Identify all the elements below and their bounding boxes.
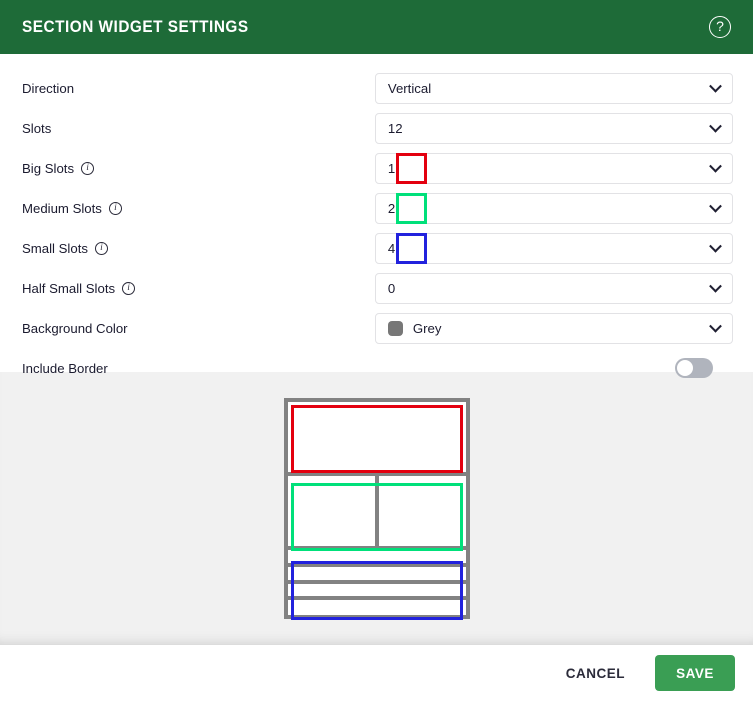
direction-value: Vertical (387, 80, 432, 96)
settings-form: Direction Vertical Slots 12 Big Slots i … (0, 54, 753, 378)
chevron-down-icon (709, 319, 722, 333)
field-row-background-color: Background Color Grey (22, 308, 733, 348)
layout-preview-grid (283, 398, 470, 620)
label-half-small-slots: Half Small Slots i (22, 281, 375, 296)
chevron-down-icon (709, 239, 722, 253)
preview-medium-slot-row (287, 476, 466, 550)
background-color-value-wrap: Grey (387, 320, 442, 336)
label-slots: Slots (22, 121, 375, 136)
preview-big-slot-row (287, 402, 466, 476)
layout-preview-area (0, 372, 753, 645)
label-include-border: Include Border (22, 361, 377, 376)
chevron-down-icon (709, 199, 722, 213)
field-row-half-small-slots: Half Small Slots i 0 (22, 268, 733, 308)
direction-select[interactable]: Vertical (374, 72, 733, 104)
dialog-title: SECTION WIDGET SETTINGS (22, 17, 249, 36)
save-button[interactable]: SAVE (655, 655, 735, 691)
info-icon[interactable]: i (94, 241, 108, 255)
preview-small-slot-cell (287, 566, 466, 584)
help-circle-icon[interactable]: ? (709, 16, 731, 38)
small-slots-select[interactable]: 4 (374, 232, 733, 264)
include-border-toggle[interactable] (675, 358, 713, 378)
label-small-slots-text: Small Slots (22, 240, 88, 256)
info-icon[interactable]: i (122, 281, 136, 295)
slots-value: 12 (387, 120, 403, 136)
preview-medium-slot-cell (378, 476, 466, 546)
dialog-footer: CANCEL SAVE (0, 645, 753, 701)
label-medium-slots: Medium Slots i (22, 201, 375, 216)
preview-medium-slot-cell (287, 476, 379, 546)
big-slots-value: 1 (387, 160, 396, 176)
field-row-small-slots: Small Slots i 4 (22, 228, 733, 268)
dialog-header: SECTION WIDGET SETTINGS ? (0, 0, 753, 54)
label-small-slots: Small Slots i (22, 241, 375, 256)
label-background-color: Background Color (22, 321, 375, 336)
field-row-include-border: Include Border (22, 348, 733, 388)
chevron-down-icon (709, 79, 722, 93)
info-icon[interactable]: i (108, 201, 122, 215)
preview-small-slot-cell (287, 550, 466, 567)
color-swatch-icon (387, 320, 403, 336)
info-icon[interactable]: i (81, 161, 95, 175)
field-row-big-slots: Big Slots i 1 (22, 148, 733, 188)
cancel-button[interactable]: CANCEL (550, 656, 641, 691)
label-background-color-text: Background Color (22, 320, 128, 336)
field-row-slots: Slots 12 (22, 108, 733, 148)
background-color-value: Grey (412, 320, 442, 336)
label-medium-slots-text: Medium Slots (22, 200, 102, 216)
field-row-medium-slots: Medium Slots i 2 (22, 188, 733, 228)
field-row-direction: Direction Vertical (22, 68, 733, 108)
big-slots-select[interactable]: 1 (374, 152, 733, 184)
toggle-knob (677, 360, 693, 376)
half-small-slots-value: 0 (387, 280, 396, 296)
label-big-slots-text: Big Slots (22, 160, 75, 176)
background-color-select[interactable]: Grey (374, 312, 733, 344)
medium-slots-select[interactable]: 2 (374, 192, 733, 224)
label-direction-text: Direction (22, 80, 75, 96)
half-small-slots-select[interactable]: 0 (374, 272, 733, 304)
label-direction: Direction (22, 81, 375, 96)
preview-small-slot-row (287, 550, 466, 613)
slots-select[interactable]: 12 (374, 112, 733, 144)
chevron-down-icon (709, 159, 722, 173)
small-slots-value: 4 (387, 240, 396, 256)
label-big-slots: Big Slots i (22, 161, 375, 176)
section-widget-settings-dialog: SECTION WIDGET SETTINGS ? Direction Vert… (0, 0, 753, 701)
medium-slots-value: 2 (387, 200, 396, 216)
chevron-down-icon (709, 119, 722, 133)
chevron-down-icon (709, 279, 722, 293)
label-slots-text: Slots (22, 120, 52, 136)
label-include-border-text: Include Border (22, 360, 108, 376)
preview-small-slot-cell (287, 583, 466, 601)
label-half-small-slots-text: Half Small Slots (22, 280, 116, 296)
preview-small-slot-cell (287, 600, 466, 613)
